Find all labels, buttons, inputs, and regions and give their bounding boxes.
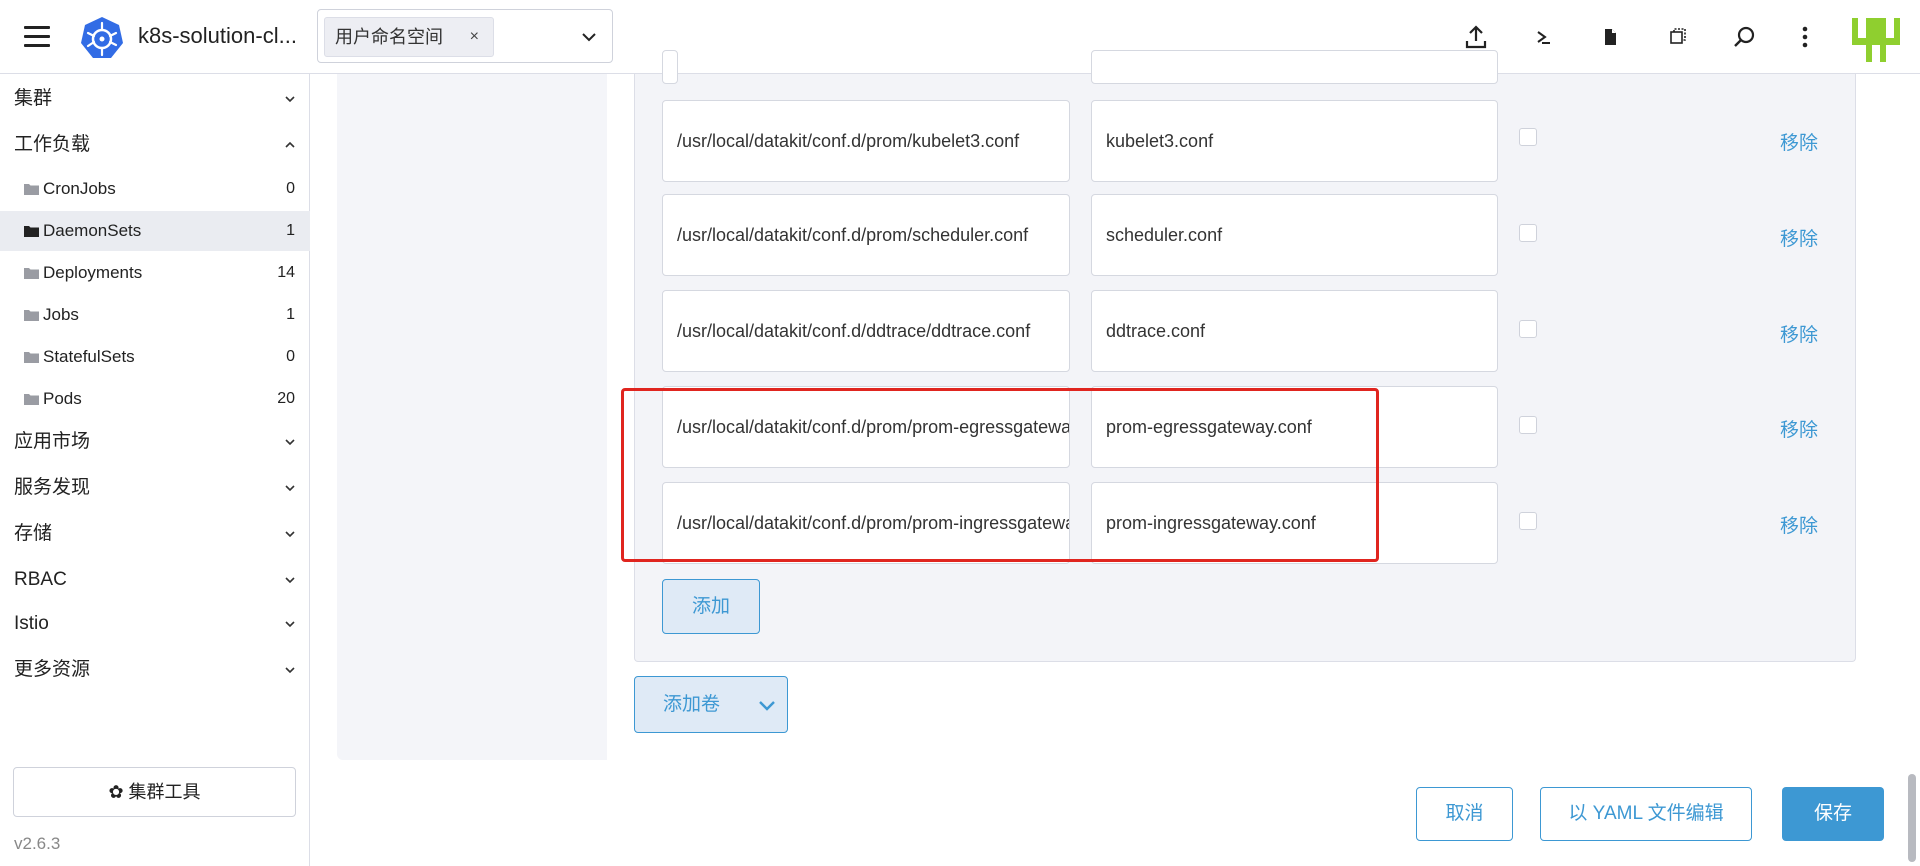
kebab-menu-icon[interactable] bbox=[1792, 24, 1818, 50]
folder-icon bbox=[24, 394, 39, 405]
remove-link[interactable]: 移除 bbox=[1780, 128, 1818, 155]
path-input[interactable]: /usr/local/datakit/conf.d/ddtrace/ddtrac… bbox=[662, 290, 1070, 372]
copy-icon[interactable] bbox=[1664, 24, 1690, 50]
sidebar-item-label: CronJobs bbox=[43, 179, 116, 198]
path-input[interactable]: /usr/local/datakit/conf.d/prom/scheduler… bbox=[662, 194, 1070, 276]
nav-group-istio[interactable]: Istio bbox=[0, 605, 310, 643]
nav-group-label: 集群 bbox=[14, 88, 53, 109]
chevron-down-icon[interactable] bbox=[580, 28, 598, 46]
gear-icon: ✿ bbox=[108, 782, 124, 802]
folder-icon bbox=[24, 268, 39, 279]
chevron-down-icon bbox=[285, 439, 295, 446]
namespace-chip-label: 用户命名空间 bbox=[335, 27, 443, 47]
terminal-icon[interactable] bbox=[1530, 24, 1556, 50]
item-count: 1 bbox=[286, 222, 295, 239]
key-input[interactable]: kubelet3.conf bbox=[1091, 100, 1498, 182]
edit-yaml-button[interactable]: 以 YAML 文件编辑 bbox=[1540, 787, 1752, 841]
app-title: k8s-solution-cl... bbox=[138, 23, 297, 48]
save-button[interactable]: 保存 bbox=[1782, 787, 1884, 841]
upload-icon[interactable] bbox=[1463, 24, 1489, 50]
folder-icon bbox=[24, 226, 39, 237]
nav-group-label: RBAC bbox=[14, 569, 67, 590]
avatar[interactable] bbox=[1852, 18, 1900, 62]
folder-icon bbox=[24, 310, 39, 321]
sidebar-item-statefulsets[interactable]: StatefulSets 0 bbox=[0, 337, 310, 377]
add-volume-button[interactable]: 添加卷 bbox=[634, 676, 788, 733]
top-header: k8s-solution-cl... 用户命名空间 × bbox=[0, 0, 1920, 74]
nav-group-more-resources[interactable]: 更多资源 bbox=[0, 651, 310, 689]
sidebar-item-label: DaemonSets bbox=[43, 221, 142, 240]
cancel-button[interactable]: 取消 bbox=[1416, 787, 1513, 841]
chevron-down-icon bbox=[285, 577, 295, 584]
sidebar-item-label: Deployments bbox=[43, 263, 143, 282]
nav-group-cluster[interactable]: 集群 bbox=[0, 80, 310, 118]
nav-group-label: Istio bbox=[14, 613, 49, 634]
chevron-down-icon bbox=[285, 96, 295, 103]
sidebar-item-deployments[interactable]: Deployments 14 bbox=[0, 253, 310, 293]
sidebar-item-pods[interactable]: Pods 20 bbox=[0, 379, 310, 419]
remove-link[interactable]: 移除 bbox=[1780, 224, 1818, 251]
cluster-tools-button[interactable]: ✿ 集群工具 bbox=[13, 767, 296, 817]
row-checkbox[interactable] bbox=[1519, 416, 1537, 434]
sidebar-item-label: Jobs bbox=[43, 305, 79, 324]
scrollbar[interactable] bbox=[1908, 774, 1916, 862]
sidebar-item-label: StatefulSets bbox=[43, 347, 135, 366]
item-count: 1 bbox=[286, 306, 295, 323]
nav-group-apps[interactable]: 应用市场 bbox=[0, 423, 310, 461]
sidebar-item-label: Pods bbox=[43, 389, 82, 408]
search-icon[interactable] bbox=[1731, 24, 1757, 50]
path-input[interactable]: /usr/local/datakit/conf.d/prom/prom-ingr… bbox=[662, 482, 1070, 564]
add-volume-label: 添加卷 bbox=[663, 694, 721, 715]
path-input[interactable]: /usr/local/datakit/conf.d/prom/kubelet3.… bbox=[662, 100, 1070, 182]
sidebar-item-daemonsets[interactable]: DaemonSets 1 bbox=[0, 211, 310, 251]
nav-group-label: 工作负载 bbox=[14, 134, 91, 155]
nav-group-label: 应用市场 bbox=[14, 431, 91, 452]
kubernetes-logo-icon bbox=[81, 17, 123, 58]
nav-group-label: 存储 bbox=[14, 523, 53, 544]
namespace-chip: 用户命名空间 × bbox=[324, 17, 494, 57]
item-count: 0 bbox=[286, 180, 295, 197]
key-input[interactable]: scheduler.conf bbox=[1091, 194, 1498, 276]
remove-link[interactable]: 移除 bbox=[1780, 415, 1818, 442]
folder-icon bbox=[24, 352, 39, 363]
chevron-down-icon bbox=[759, 701, 775, 711]
sidebar-item-cronjobs[interactable]: CronJobs 0 bbox=[0, 169, 310, 209]
nav-group-label: 更多资源 bbox=[14, 659, 91, 680]
chevron-down-icon bbox=[285, 531, 295, 538]
namespace-select[interactable]: 用户命名空间 × bbox=[317, 9, 613, 63]
chevron-down-icon bbox=[285, 485, 295, 492]
nav-group-service-discovery[interactable]: 服务发现 bbox=[0, 469, 310, 507]
chevron-up-icon bbox=[285, 141, 295, 148]
nav-group-storage[interactable]: 存储 bbox=[0, 515, 310, 553]
remove-link[interactable]: 移除 bbox=[1780, 511, 1818, 538]
key-input-partial[interactable] bbox=[1091, 50, 1498, 84]
chip-close-icon[interactable]: × bbox=[470, 18, 479, 56]
item-count: 14 bbox=[277, 264, 295, 281]
cluster-tools-label: 集群工具 bbox=[128, 782, 201, 802]
nav-group-rbac[interactable]: RBAC bbox=[0, 561, 310, 599]
path-input[interactable]: /usr/local/datakit/conf.d/prom/prom-egre… bbox=[662, 386, 1070, 468]
hamburger-menu-icon[interactable] bbox=[24, 26, 50, 48]
add-item-button[interactable]: 添加 bbox=[662, 579, 760, 634]
nav-group-workload[interactable]: 工作负载 bbox=[0, 126, 310, 164]
item-count: 0 bbox=[286, 348, 295, 365]
key-input[interactable]: ddtrace.conf bbox=[1091, 290, 1498, 372]
file-icon[interactable] bbox=[1597, 24, 1623, 50]
row-checkbox[interactable] bbox=[1519, 128, 1537, 146]
item-count: 20 bbox=[277, 390, 295, 407]
row-checkbox[interactable] bbox=[1519, 512, 1537, 530]
remove-link[interactable]: 移除 bbox=[1780, 320, 1818, 347]
row-checkbox[interactable] bbox=[1519, 320, 1537, 338]
chevron-down-icon bbox=[285, 667, 295, 674]
key-input[interactable]: prom-ingressgateway.conf bbox=[1091, 482, 1498, 564]
chevron-down-icon bbox=[285, 621, 295, 628]
sidebar: 集群 工作负载 CronJobs 0 DaemonSets 1 Deployme… bbox=[0, 74, 310, 866]
row-checkbox[interactable] bbox=[1519, 224, 1537, 242]
version-label: v2.6.3 bbox=[14, 834, 61, 853]
path-input-partial[interactable] bbox=[662, 50, 678, 84]
folder-icon bbox=[24, 184, 39, 195]
key-input[interactable]: prom-egressgateway.conf bbox=[1091, 386, 1498, 468]
nav-group-label: 服务发现 bbox=[14, 477, 91, 498]
sidebar-item-jobs[interactable]: Jobs 1 bbox=[0, 295, 310, 335]
